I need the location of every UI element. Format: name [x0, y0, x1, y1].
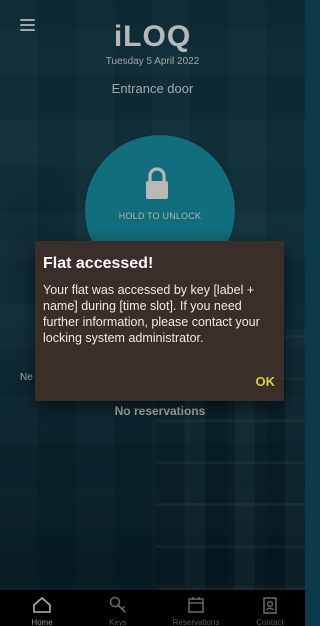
app-screen: iLOQ Tuesday 5 April 2022 Entrance door …	[0, 0, 305, 626]
nav-label-home: Home	[31, 618, 53, 626]
nav-item-home[interactable]: Home	[4, 590, 80, 626]
ok-button[interactable]: OK	[256, 374, 276, 389]
nav-label-keys: Keys	[109, 618, 127, 626]
nav-item-keys[interactable]: Keys	[80, 590, 156, 626]
nav-item-reservations[interactable]: Reservations	[158, 590, 234, 626]
dialog-title: Flat accessed!	[43, 255, 154, 272]
dialog-message: Your flat was accessed by key [label + n…	[43, 283, 260, 345]
nav-label-contact: Contact	[256, 618, 284, 626]
key-icon	[109, 596, 126, 613]
calendar-icon	[188, 597, 204, 613]
contact-card-icon	[263, 597, 277, 614]
bottom-navigation: Home Keys Reservations Contact	[0, 590, 305, 626]
home-icon	[33, 597, 51, 613]
nav-label-reservations: Reservations	[172, 618, 220, 626]
nav-item-contact[interactable]: Contact	[232, 590, 305, 626]
flat-accessed-dialog: Flat accessed! Your flat was accessed by…	[35, 241, 284, 401]
